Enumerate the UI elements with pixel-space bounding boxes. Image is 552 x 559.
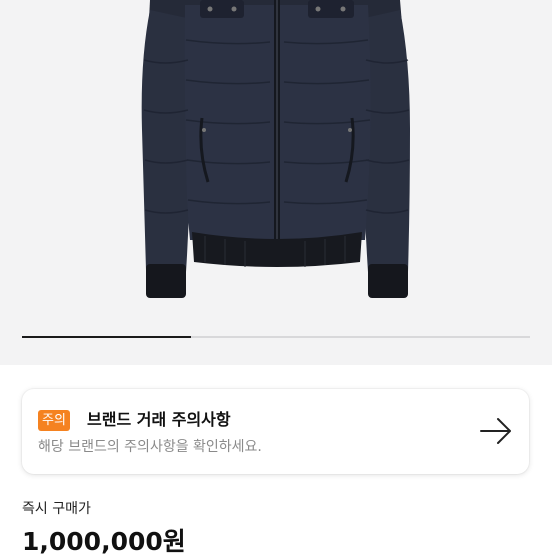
brand-notice-card[interactable]: 주의 브랜드 거래 주의사항 해당 브랜드의 주의사항을 확인하세요. [22, 389, 529, 474]
notice-title: 브랜드 거래 주의사항 [87, 410, 231, 429]
arrow-right-icon[interactable] [479, 417, 513, 445]
jacket-illustration [141, 0, 410, 298]
buy-now-price: 1,000,000원 [22, 527, 186, 556]
carousel-progress [22, 336, 192, 338]
warning-badge: 주의 [38, 410, 70, 431]
product-image[interactable] [0, 0, 552, 365]
notice-subtitle: 해당 브랜드의 주의사항을 확인하세요. [38, 439, 262, 455]
buy-now-label: 즉시 구매가 [22, 501, 91, 517]
carousel-indicator[interactable] [22, 336, 530, 338]
